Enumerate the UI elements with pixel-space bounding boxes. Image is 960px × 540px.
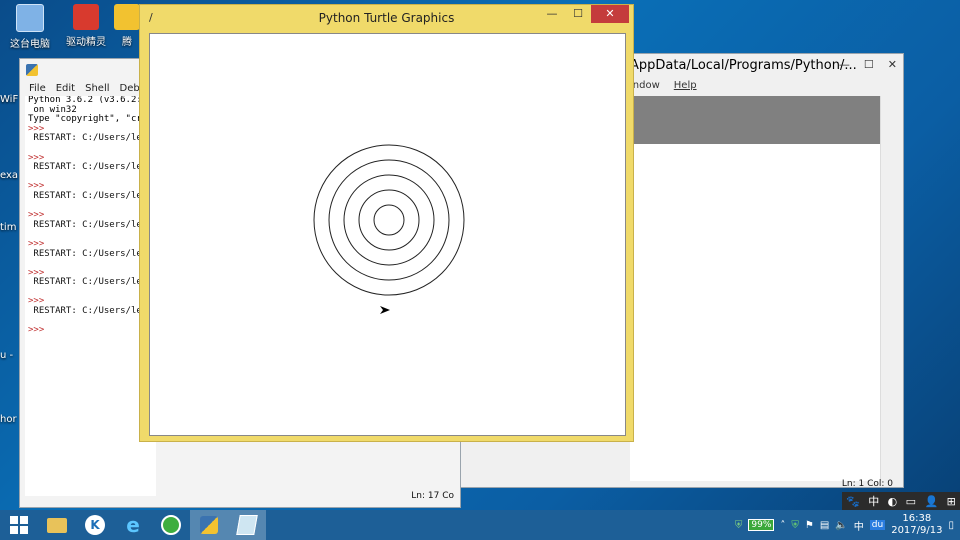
editor-title: AppData/Local/Programs/Python/... xyxy=(630,58,857,73)
turtle-circle xyxy=(328,159,450,281)
desktop-icon-this-pc[interactable]: 这台电脑 xyxy=(0,4,60,50)
shell-line: RESTART: C:/Users/le xyxy=(28,133,142,144)
shell-line: RESTART: C:/Users/le xyxy=(28,190,142,201)
taskbar-idle-editor[interactable] xyxy=(228,510,266,540)
turtle-drawing xyxy=(313,144,465,314)
chevron-up-icon[interactable]: ˄ xyxy=(780,520,785,531)
taskbar-k-app[interactable]: K xyxy=(76,510,114,540)
internet-explorer-icon: e xyxy=(126,513,140,537)
python-icon xyxy=(26,64,38,76)
shell-line: RESTART: C:/Users/le xyxy=(28,162,142,173)
turtle-window-controls: — ☐ ✕ xyxy=(539,5,629,23)
ime-bar[interactable]: 🐾 中 ◐ ▭ 👤 ⊞ xyxy=(842,492,960,510)
desktop-icon-tencent[interactable]: 腾 xyxy=(112,4,142,48)
shell-output[interactable]: Python 3.6.2 (v3.6.2: on win32 Type "copy… xyxy=(25,96,156,496)
editor-selection-block xyxy=(630,96,880,144)
k-app-icon: K xyxy=(85,515,105,535)
ime-indicator[interactable]: 中 xyxy=(854,518,864,533)
desktop-edge-label[interactable]: exa xyxy=(0,170,18,181)
editor-scrollbar[interactable] xyxy=(880,96,891,481)
ime-language[interactable]: 中 xyxy=(868,493,879,509)
shell-line: RESTART: C:/Users/le xyxy=(28,306,142,317)
shell-status: Ln: 17 Co xyxy=(411,491,454,501)
turtle-circle xyxy=(358,189,420,251)
editor-window-controls: — ☐ ✕ xyxy=(839,58,897,71)
minimize-icon[interactable]: — xyxy=(539,5,565,23)
desktop-icon-driver-genius[interactable]: 驱动精灵 xyxy=(56,4,116,48)
editor-status: Ln: 1 Col: 0 xyxy=(841,479,893,489)
baidu-icon[interactable]: du xyxy=(869,520,886,530)
browser-360-icon xyxy=(161,515,181,535)
driver-genius-icon xyxy=(73,4,99,30)
desktop-edge-label[interactable]: u - xyxy=(0,350,13,361)
maximize-icon[interactable]: ☐ xyxy=(864,58,874,71)
shell-line: RESTART: C:/Users/le xyxy=(28,248,142,259)
turtle-canvas[interactable] xyxy=(149,33,626,436)
taskbar-file-explorer[interactable] xyxy=(38,510,76,540)
clock-time: 16:38 xyxy=(902,513,932,524)
notification-icon[interactable]: ▯ xyxy=(948,520,954,531)
shell-line: Type "copyright", "cr xyxy=(28,114,142,125)
menu-window[interactable]: indow xyxy=(630,80,660,91)
turtle-cursor-icon xyxy=(380,306,390,314)
system-tray: ⛨ 99% ˄ ⛨ ⚑ ▤ 🔈 中 du 16:38 2017/9/13 ▯ xyxy=(735,510,960,540)
minimize-icon[interactable]: — xyxy=(839,58,850,71)
menu-edit[interactable]: Edit xyxy=(56,83,75,97)
turtle-circle xyxy=(373,204,405,236)
taskbar-ie[interactable]: e xyxy=(114,510,152,540)
python-icon xyxy=(200,516,218,534)
taskbar-python[interactable] xyxy=(190,510,228,540)
desktop-icon-label: 腾 xyxy=(122,37,132,48)
user-icon[interactable]: 👤 xyxy=(924,495,938,508)
turtle-circle xyxy=(313,144,465,296)
editor-menubar: indow Help xyxy=(630,80,697,91)
desktop-icon-label: 这台电脑 xyxy=(10,39,50,50)
desktop-edge-label[interactable]: WiF xyxy=(0,94,18,105)
windows-logo-icon xyxy=(10,516,28,534)
shell-line: RESTART: C:/Users/le xyxy=(28,277,142,288)
shell-prompt: >>> xyxy=(28,325,45,336)
close-icon[interactable]: ✕ xyxy=(591,5,629,23)
close-icon[interactable]: ✕ xyxy=(888,58,897,71)
flag-icon[interactable]: ⚑ xyxy=(805,520,814,531)
editor-text-area[interactable] xyxy=(630,96,880,481)
network-icon[interactable]: ▤ xyxy=(820,520,829,531)
tencent-icon xyxy=(114,4,140,30)
clock-date: 2017/9/13 xyxy=(891,525,943,536)
keyboard-icon[interactable]: ▭ xyxy=(906,495,916,508)
battery-percent: 99% xyxy=(751,520,772,530)
taskbar-360-browser[interactable] xyxy=(152,510,190,540)
volume-icon[interactable]: 🔈 xyxy=(835,520,847,531)
shell-line: RESTART: C:/Users/le xyxy=(28,219,142,230)
folder-icon xyxy=(47,517,67,533)
start-button[interactable] xyxy=(0,510,38,540)
taskbar: K e ⛨ 99% ˄ ⛨ ⚑ ▤ 🔈 中 du 16:38 2017/9/13… xyxy=(0,510,960,540)
maximize-icon[interactable]: ☐ xyxy=(565,5,591,23)
shield-icon[interactable]: ⛨ xyxy=(791,520,799,531)
battery-indicator[interactable]: 99% xyxy=(748,519,775,531)
desktop-edge-label[interactable]: tim xyxy=(0,222,16,233)
menu-file[interactable]: File xyxy=(29,83,46,97)
editor-icon xyxy=(236,515,258,535)
turtle-circle xyxy=(343,174,435,266)
desktop-edge-label[interactable]: hor xyxy=(0,414,17,425)
menu-shell[interactable]: Shell xyxy=(85,83,109,97)
ime-mode-icon[interactable]: ◐ xyxy=(888,495,898,508)
clock[interactable]: 16:38 2017/9/13 xyxy=(891,513,942,537)
computer-icon xyxy=(16,4,44,32)
menu-help[interactable]: Help xyxy=(674,80,697,91)
turtle-graphics-window[interactable]: / Python Turtle Graphics — ☐ ✕ xyxy=(139,4,634,442)
grid-icon[interactable]: ⊞ xyxy=(947,495,956,508)
security-icon[interactable]: ⛨ xyxy=(735,520,743,531)
paw-icon[interactable]: 🐾 xyxy=(846,495,860,508)
desktop-icon-label: 驱动精灵 xyxy=(66,37,106,48)
